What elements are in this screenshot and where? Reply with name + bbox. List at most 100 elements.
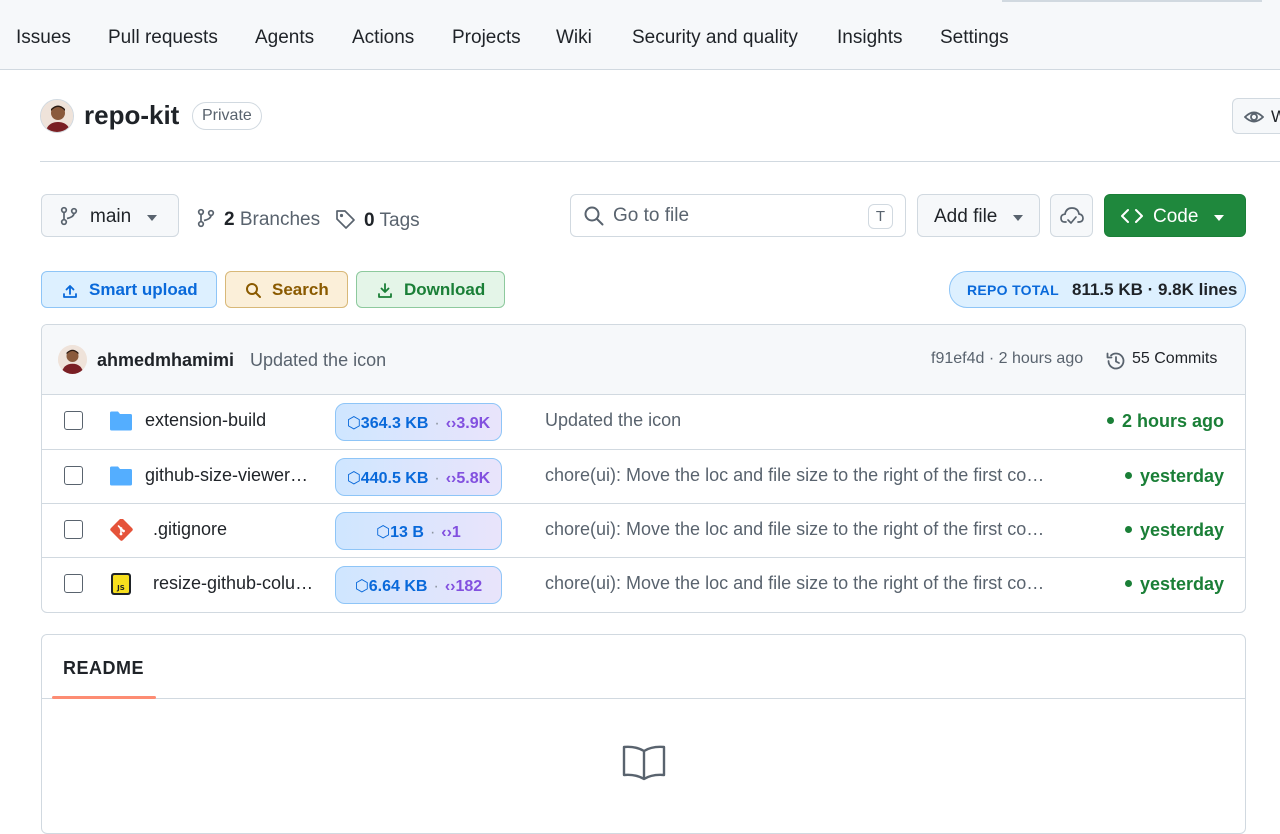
row-age-text: yesterday [1139, 466, 1224, 486]
commit-message[interactable]: Updated the icon [250, 350, 386, 371]
tab-wiki[interactable]: Wiki [556, 27, 592, 49]
repo-name[interactable]: repo-kit [84, 100, 179, 131]
file-table: ahmedmhamimi Updated the icon f91ef4d · … [41, 324, 1246, 613]
table-row[interactable]: extension-build ⬡364.3 KB · ‹›3.9K Updated… [42, 395, 1245, 449]
smart-upload-button[interactable]: Smart upload [41, 271, 217, 308]
file-size: 13 B [390, 524, 424, 541]
file-name[interactable]: .gitignore [153, 519, 227, 540]
row-age-text: 2 hours ago [1121, 411, 1224, 431]
row-age: 2 hours ago [1106, 411, 1224, 432]
size-icon: ⬡ [346, 470, 361, 487]
search-label: Search [272, 280, 329, 299]
download-label: Download [404, 280, 486, 299]
table-row[interactable]: .gitignore ⬡13 B · ‹›1 chore(ui): Move the… [42, 503, 1245, 557]
size-icon: ⬡ [376, 524, 391, 541]
go-to-file: T [570, 194, 906, 237]
download-icon [378, 283, 392, 298]
chevron-down-icon [1013, 215, 1023, 221]
history-icon [1106, 352, 1125, 370]
status-dot [1124, 579, 1132, 587]
cloud-sync-button[interactable] [1050, 194, 1093, 237]
row-commit-message[interactable]: Updated the icon [545, 410, 1065, 431]
tab-agents[interactable]: Agents [255, 27, 314, 49]
size-loc-badge: ⬡13 B · ‹›1 [335, 512, 502, 550]
author-avatar[interactable] [58, 345, 87, 374]
file-loc: 5.8K [456, 470, 491, 487]
row-age-text: yesterday [1139, 520, 1224, 540]
row-checkbox[interactable] [64, 574, 83, 593]
loc-icon: ‹› [445, 415, 457, 432]
tags-count: 0 [364, 210, 375, 231]
file-name[interactable]: resize-github-colu… [153, 573, 313, 594]
javascript-file-icon: JS [111, 573, 131, 595]
row-checkbox[interactable] [64, 466, 83, 485]
go-to-file-input[interactable] [613, 203, 853, 229]
tags-link[interactable]: 0 Tags [335, 205, 420, 232]
file-size: 364.3 KB [360, 415, 429, 432]
branch-icon [60, 206, 78, 226]
status-dot [1106, 416, 1114, 424]
readme-panel: README [41, 634, 1246, 834]
code-label: Code [1153, 206, 1199, 227]
tab-insights[interactable]: Insights [837, 27, 902, 49]
readme-tab-divider [42, 698, 1245, 699]
row-commit-message[interactable]: chore(ui): Move the loc and file size to… [545, 573, 1065, 594]
file-name[interactable]: extension-build [145, 410, 266, 431]
file-size: 440.5 KB [360, 470, 429, 487]
watch-button[interactable]: W [1232, 98, 1280, 134]
size-loc-badge: ⬡440.5 KB · ‹›5.8K [335, 458, 502, 496]
search-icon [584, 206, 604, 226]
file-loc: 3.9K [456, 415, 491, 432]
row-checkbox[interactable] [64, 411, 83, 430]
owner-avatar[interactable] [40, 99, 74, 133]
file-loc: 1 [451, 524, 461, 541]
add-file-label: Add file [934, 206, 998, 227]
eye-icon [1244, 111, 1264, 123]
download-button[interactable]: Download [356, 271, 505, 308]
tab-issues[interactable]: Issues [16, 27, 71, 49]
watch-label: W [1271, 107, 1280, 126]
branches-link[interactable]: 2 Branches [196, 205, 320, 231]
commits-count: 55 Commits [1132, 350, 1218, 367]
loc-icon: ‹› [444, 578, 456, 595]
latest-commit-bar: ahmedmhamimi Updated the icon f91ef4d · … [42, 325, 1245, 395]
search-button[interactable]: Search [225, 271, 348, 308]
row-age: yesterday [1124, 520, 1224, 541]
row-commit-message[interactable]: chore(ui): Move the loc and file size to… [545, 519, 1065, 540]
row-age: yesterday [1124, 574, 1224, 595]
table-row[interactable]: github-size-viewer… ⬡440.5 KB · ‹›5.8K cho… [42, 449, 1245, 503]
code-button[interactable]: Code [1104, 194, 1246, 237]
repo-header: repo-kit Private W [40, 98, 1280, 134]
size-loc-badge: ⬡6.64 KB · ‹›182 [335, 566, 502, 604]
status-dot [1124, 525, 1132, 533]
file-name[interactable]: github-size-viewer… [145, 465, 308, 486]
header-divider [40, 161, 1280, 162]
tab-settings[interactable]: Settings [940, 27, 1009, 49]
size-icon: ⬡ [354, 578, 369, 595]
table-row[interactable]: JS resize-github-colu… ⬡6.64 KB · ‹›182 ch… [42, 557, 1245, 611]
branch-selector[interactable]: main [41, 194, 179, 237]
chevron-down-icon [1214, 215, 1224, 221]
size-icon: ⬡ [346, 415, 361, 432]
repo-total-value: 811.5 KB · 9.8K lines [1072, 280, 1238, 299]
tab-projects[interactable]: Projects [452, 27, 521, 49]
nav-decor-line [1002, 0, 1262, 2]
folder-icon [110, 466, 132, 486]
branch-name: main [90, 206, 132, 227]
cloud-icon [1060, 207, 1084, 224]
row-commit-message[interactable]: chore(ui): Move the loc and file size to… [545, 465, 1065, 486]
tab-readme[interactable]: README [63, 658, 144, 679]
chevron-down-icon [147, 215, 157, 221]
file-size: 6.64 KB [368, 578, 428, 595]
book-icon [622, 745, 666, 781]
tab-pull-requests[interactable]: Pull requests [108, 27, 218, 49]
code-icon [1121, 209, 1143, 223]
add-file-button[interactable]: Add file [917, 194, 1040, 237]
tags-label: Tags [379, 210, 420, 231]
tab-actions[interactable]: Actions [352, 27, 414, 49]
tab-security-and-quality[interactable]: Security and quality [632, 27, 798, 49]
commit-author[interactable]: ahmedmhamimi [97, 350, 234, 371]
smart-upload-label: Smart upload [89, 280, 198, 299]
row-checkbox[interactable] [64, 520, 83, 539]
commit-sha-time[interactable]: f91ef4d · 2 hours ago [931, 350, 1083, 368]
